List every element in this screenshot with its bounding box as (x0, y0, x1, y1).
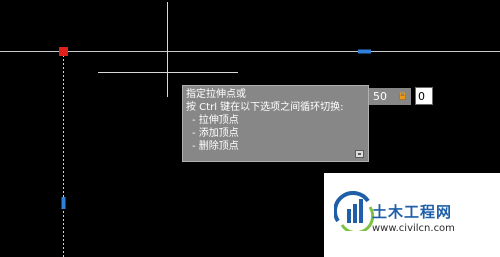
tooltip-option-add-vertex: - 添加顶点 (192, 128, 239, 139)
watermark-url: www.civilcn.com (372, 223, 455, 234)
tooltip-toggle-icon[interactable] (355, 150, 364, 158)
tooltip-option-remove-vertex: - 删除顶点 (192, 141, 239, 152)
lock-icon[interactable] (399, 92, 406, 100)
drawing-canvas[interactable]: 指定拉伸点或 按 Ctrl 键在以下选项之间循环切换: - 拉伸顶点 - 添加顶… (0, 0, 500, 257)
tooltip-prompt: 指定拉伸点或 (186, 89, 246, 100)
angle-input[interactable] (415, 87, 433, 105)
watermark-logo (334, 191, 374, 231)
tooltip-option-stretch-vertex: - 拉伸顶点 (192, 115, 239, 126)
watermark: 土木工程网 www.civilcn.com (324, 173, 500, 257)
tooltip-ctrl-hint: 按 Ctrl 键在以下选项之间循环切换: (186, 102, 344, 113)
selected-grip[interactable] (59, 47, 68, 56)
watermark-title: 土木工程网 (372, 203, 453, 221)
midpoint-grip[interactable] (358, 49, 371, 54)
command-tooltip: 指定拉伸点或 按 Ctrl 键在以下选项之间循环切换: - 拉伸顶点 - 添加顶… (182, 85, 369, 162)
vertical-midpoint-grip[interactable] (61, 197, 66, 209)
